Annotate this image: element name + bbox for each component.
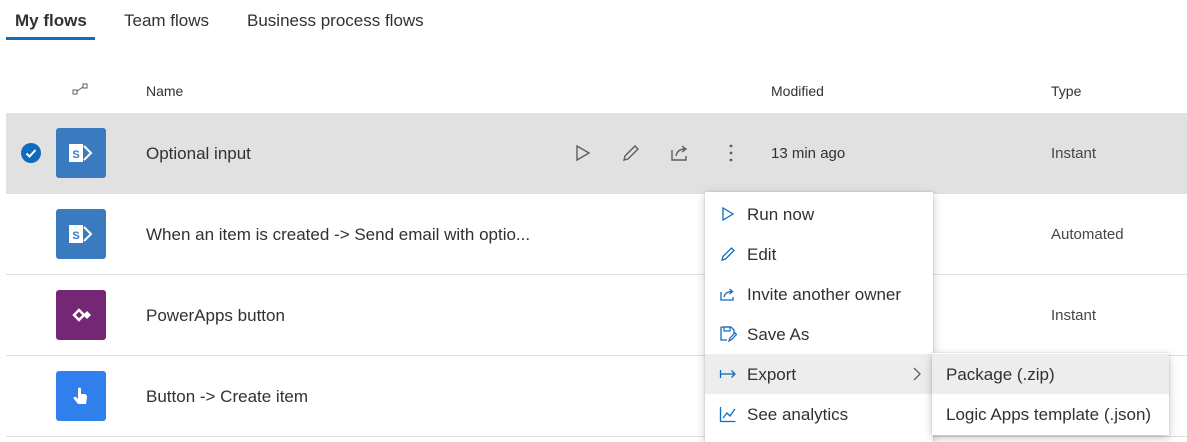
table-row[interactable]: S Optional input 13 min ago Instant (6, 113, 1187, 194)
pencil-icon (721, 247, 735, 261)
submenu-item-label: Package (.zip) (946, 365, 1055, 384)
flow-type-icon (72, 83, 88, 95)
flow-type: Instant (1051, 145, 1097, 162)
sharepoint-icon: S (56, 128, 106, 178)
column-header-type[interactable]: Type (1051, 83, 1081, 99)
edit-icon[interactable] (618, 140, 644, 166)
flows-tab-bar: My flows Team flows Business process flo… (0, 0, 1187, 42)
chevron-right-icon (913, 367, 921, 381)
touch-button-icon (56, 371, 106, 421)
share-icon[interactable] (667, 140, 693, 166)
menu-item-invite-owner[interactable]: Invite another owner (705, 274, 933, 314)
save-as-icon (720, 326, 737, 343)
more-icon[interactable] (718, 140, 744, 166)
menu-item-label: Run now (747, 205, 815, 224)
play-icon (722, 206, 735, 222)
tab-business-process-flows[interactable]: Business process flows (247, 11, 424, 31)
column-header-modified[interactable]: Modified (771, 83, 824, 99)
menu-item-label: Invite another owner (747, 285, 902, 304)
sharepoint-icon: S (56, 209, 106, 259)
table-row[interactable]: PowerApps button Instant (6, 275, 1187, 356)
submenu-item-logic-apps-template[interactable]: Logic Apps template (.json) (932, 394, 1169, 434)
run-icon[interactable] (569, 140, 595, 166)
flow-context-menu: Run now Edit Invite another owner Save A… (705, 192, 933, 442)
menu-item-label: Save As (747, 325, 810, 344)
menu-item-save-as[interactable]: Save As (705, 314, 933, 354)
flow-modified: 13 min ago (771, 145, 846, 162)
flow-type: Instant (1051, 307, 1097, 324)
active-tab-indicator (6, 37, 95, 40)
analytics-icon (719, 407, 736, 423)
menu-item-export[interactable]: Export (705, 354, 933, 394)
tab-my-flows[interactable]: My flows (15, 11, 87, 31)
flows-table-header: Name Modified Type (0, 70, 1187, 112)
share-icon (720, 288, 734, 301)
tab-team-flows[interactable]: Team flows (124, 11, 209, 31)
row-checkbox-checked[interactable] (21, 143, 41, 163)
menu-item-label: See analytics (747, 405, 849, 424)
checkmark-icon (25, 149, 37, 158)
powerapps-icon (56, 290, 106, 340)
table-row[interactable]: S When an item is created -> Send email … (6, 194, 1187, 275)
flow-name[interactable]: PowerApps button (146, 306, 285, 326)
menu-item-label: Edit (747, 245, 777, 264)
svg-text:S: S (72, 149, 79, 161)
flow-name[interactable]: When an item is created -> Send email wi… (146, 225, 530, 245)
export-arrow-icon (719, 370, 736, 378)
svg-text:S: S (72, 230, 79, 242)
menu-item-see-analytics[interactable]: See analytics (705, 394, 933, 434)
submenu-item-package-zip[interactable]: Package (.zip) (932, 354, 1169, 394)
menu-item-label: Export (747, 365, 797, 384)
flow-name[interactable]: Button -> Create item (146, 387, 308, 407)
menu-item-run-now[interactable]: Run now (705, 194, 933, 234)
menu-item-edit[interactable]: Edit (705, 234, 933, 274)
column-header-name[interactable]: Name (146, 83, 183, 99)
flow-type: Automated (1051, 226, 1124, 243)
export-submenu: Package (.zip) Logic Apps template (.jso… (932, 353, 1169, 435)
submenu-item-label: Logic Apps template (.json) (946, 405, 1152, 424)
flow-name[interactable]: Optional input (146, 144, 251, 164)
